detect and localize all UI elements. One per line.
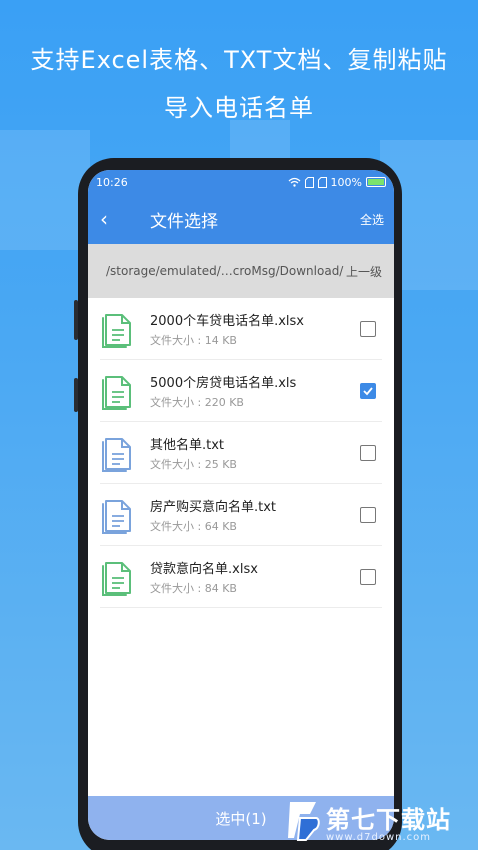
current-path: /storage/emulated/…croMsg/Download/ bbox=[106, 264, 344, 278]
watermark-logo-icon bbox=[288, 802, 320, 841]
file-size: 文件大小 : 64 KB bbox=[150, 519, 237, 533]
up-level-button[interactable]: 上一级 bbox=[346, 263, 382, 280]
file-size: 文件大小 : 220 KB bbox=[150, 395, 244, 409]
file-checkbox[interactable] bbox=[360, 444, 376, 461]
file-name: 其他名单.txt bbox=[150, 437, 225, 453]
battery-percent: 100% bbox=[330, 175, 362, 189]
file-list-item[interactable]: 2000个车贷电话名单.xlsx 文件大小 : 14 KB bbox=[100, 298, 382, 360]
headline-line-1: 支持Excel表格、TXT文档、复制粘贴 bbox=[30, 46, 448, 74]
document-icon bbox=[102, 375, 131, 410]
file-checkbox[interactable] bbox=[360, 382, 376, 399]
file-size: 文件大小 : 14 KB bbox=[150, 333, 237, 347]
phone-side-button bbox=[74, 378, 78, 412]
phone-screen: 10:26 100% ‹ 文件选择 全选 /storage/emulated/…… bbox=[88, 170, 394, 840]
file-info: 其他名单.txt 文件大小 : 25 KB bbox=[150, 434, 360, 472]
document-icon bbox=[102, 437, 131, 472]
document-icon bbox=[102, 313, 131, 348]
watermark: 第七下载站 www.d7down.com bbox=[286, 796, 476, 848]
status-icons: 100% bbox=[288, 176, 386, 189]
path-bar: /storage/emulated/…croMsg/Download/ 上一级 bbox=[88, 244, 394, 298]
file-checkbox[interactable] bbox=[360, 568, 376, 585]
file-name: 贷款意向名单.xlsx bbox=[150, 561, 258, 577]
watermark-text: 第七下载站 bbox=[326, 806, 451, 834]
file-checkbox[interactable] bbox=[360, 506, 376, 523]
file-info: 贷款意向名单.xlsx 文件大小 : 84 KB bbox=[150, 558, 360, 596]
app-bar: ‹ 文件选择 全选 bbox=[88, 194, 394, 244]
file-list-item[interactable]: 5000个房贷电话名单.xls 文件大小 : 220 KB bbox=[100, 360, 382, 422]
file-name: 2000个车贷电话名单.xlsx bbox=[150, 313, 304, 329]
checkmark-icon bbox=[363, 386, 373, 395]
file-name: 房产购买意向名单.txt bbox=[150, 499, 277, 515]
headline-line-2: 导入电话名单 bbox=[164, 94, 314, 122]
file-info: 2000个车贷电话名单.xlsx 文件大小 : 14 KB bbox=[150, 310, 360, 348]
sim-card-icon bbox=[317, 176, 327, 188]
sim-card-icon bbox=[304, 176, 314, 188]
file-list: 2000个车贷电话名单.xlsx 文件大小 : 14 KB 5000个房贷电话名单.… bbox=[88, 298, 394, 608]
file-list-item[interactable]: 贷款意向名单.xlsx 文件大小 : 84 KB bbox=[100, 546, 382, 608]
select-all-button[interactable]: 全选 bbox=[360, 211, 384, 228]
file-name: 5000个房贷电话名单.xls bbox=[150, 375, 297, 391]
battery-icon bbox=[366, 177, 386, 187]
status-time: 10:26 bbox=[96, 175, 128, 189]
file-size: 文件大小 : 84 KB bbox=[150, 581, 237, 595]
chevron-left-icon[interactable]: ‹ bbox=[100, 207, 130, 231]
file-info: 房产购买意向名单.txt 文件大小 : 64 KB bbox=[150, 496, 360, 534]
document-icon bbox=[102, 561, 131, 596]
document-icon bbox=[102, 499, 131, 534]
file-info: 5000个房贷电话名单.xls 文件大小 : 220 KB bbox=[150, 372, 360, 410]
background-decoration bbox=[230, 120, 290, 160]
wifi-icon bbox=[288, 177, 300, 187]
phone-side-button bbox=[74, 300, 78, 340]
page-title: 文件选择 bbox=[150, 211, 218, 232]
file-list-item[interactable]: 其他名单.txt 文件大小 : 25 KB bbox=[100, 422, 382, 484]
watermark-url: www.d7down.com bbox=[326, 832, 432, 843]
file-checkbox[interactable] bbox=[360, 320, 376, 337]
file-size: 文件大小 : 25 KB bbox=[150, 457, 237, 471]
status-bar: 10:26 100% bbox=[88, 170, 394, 194]
background-decoration bbox=[0, 130, 90, 250]
file-list-item[interactable]: 房产购买意向名单.txt 文件大小 : 64 KB bbox=[100, 484, 382, 546]
